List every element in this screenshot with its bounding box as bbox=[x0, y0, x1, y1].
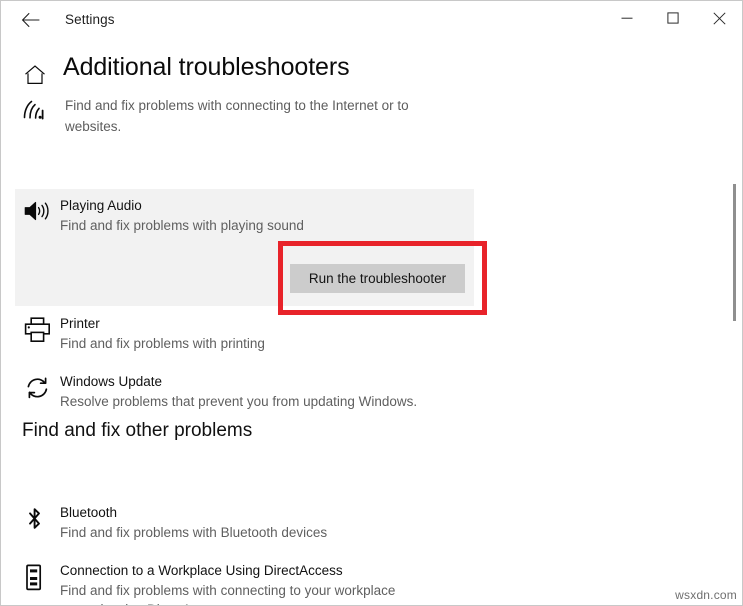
troubleshooter-row-printer[interactable]: Printer Find and fix problems with print… bbox=[24, 315, 464, 353]
troubleshooter-row-directaccess[interactable]: Connection to a Workplace Using DirectAc… bbox=[24, 562, 474, 605]
troubleshooter-name: Windows Update bbox=[60, 374, 163, 389]
troubleshooter-description: Resolve problems that prevent you from u… bbox=[60, 394, 418, 409]
title-bar: Settings bbox=[1, 1, 742, 38]
scrollbar-thumb[interactable] bbox=[733, 184, 736, 321]
minimize-button[interactable] bbox=[604, 1, 650, 35]
troubleshooter-name: Printer bbox=[60, 316, 100, 331]
row-text: Printer Find and fix problems with print… bbox=[60, 315, 265, 353]
page-subtitle: Find and fix problems with connecting to… bbox=[65, 98, 409, 134]
troubleshooter-description: Find and fix problems with printing bbox=[60, 336, 265, 351]
maximize-button[interactable] bbox=[650, 1, 696, 35]
troubleshooter-description: Find and fix problems with Bluetooth dev… bbox=[60, 525, 328, 540]
section-title-other-problems: Find and fix other problems bbox=[22, 420, 253, 441]
run-the-troubleshooter-button[interactable]: Run the troubleshooter bbox=[290, 264, 465, 293]
app-title: Settings bbox=[65, 12, 115, 27]
directaccess-device-icon bbox=[24, 562, 60, 605]
troubleshooter-name: Playing Audio bbox=[60, 198, 142, 213]
window-controls bbox=[604, 1, 742, 35]
close-button[interactable] bbox=[696, 1, 742, 35]
watermark: wsxdn.com bbox=[675, 588, 737, 602]
refresh-update-icon bbox=[24, 373, 60, 411]
wifi-network-icon bbox=[22, 100, 48, 122]
troubleshooter-row-playing-audio[interactable]: Playing Audio Find and fix problems with… bbox=[24, 197, 464, 235]
row-text: Playing Audio Find and fix problems with… bbox=[60, 197, 304, 235]
home-icon[interactable] bbox=[23, 63, 47, 87]
troubleshooter-name: Bluetooth bbox=[60, 505, 118, 520]
bluetooth-icon bbox=[24, 504, 60, 542]
page-title: Additional troubleshooters bbox=[63, 53, 350, 81]
troubleshooter-name: Connection to a Workplace Using DirectAc… bbox=[60, 563, 343, 578]
speaker-audio-icon bbox=[24, 197, 60, 235]
back-button[interactable] bbox=[9, 5, 53, 35]
troubleshooter-row-windows-update[interactable]: Windows Update Resolve problems that pre… bbox=[24, 373, 464, 411]
troubleshooter-row-bluetooth[interactable]: Bluetooth Find and fix problems with Blu… bbox=[24, 504, 464, 542]
printer-icon bbox=[24, 315, 60, 353]
row-text: Bluetooth Find and fix problems with Blu… bbox=[60, 504, 327, 542]
settings-window: Settings Additional troubleshooters Find… bbox=[0, 0, 743, 606]
troubleshooter-description: Find and fix problems with connecting to… bbox=[60, 583, 396, 605]
row-text: Connection to a Workplace Using DirectAc… bbox=[60, 562, 460, 605]
page-content: Additional troubleshooters Find and fix … bbox=[1, 38, 742, 605]
row-text: Windows Update Resolve problems that pre… bbox=[60, 373, 417, 411]
troubleshooter-description: Find and fix problems with playing sound bbox=[60, 218, 304, 233]
